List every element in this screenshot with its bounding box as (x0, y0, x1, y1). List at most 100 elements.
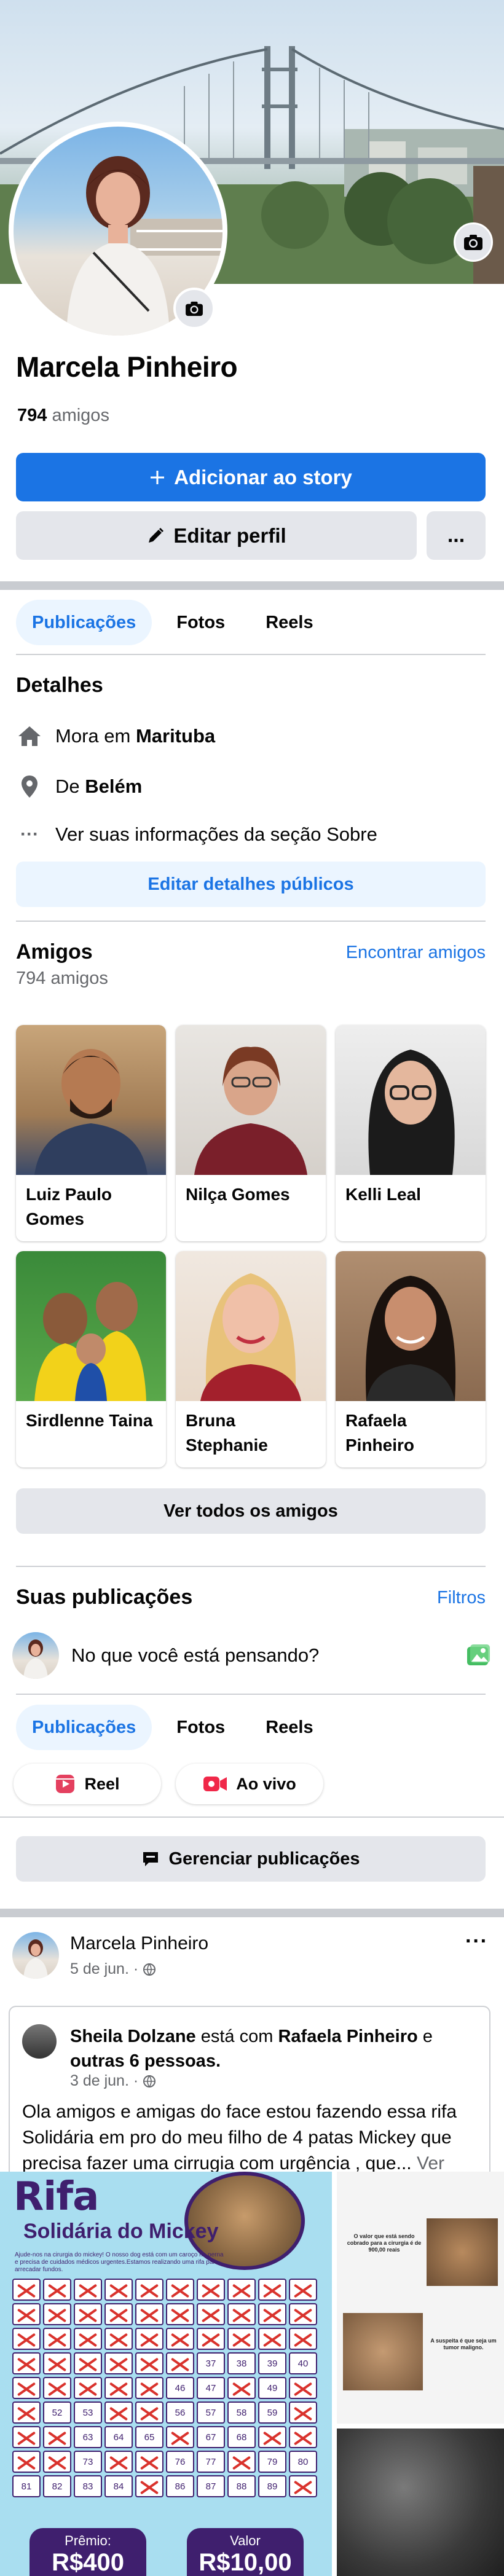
rifa-number-cell (12, 2303, 41, 2325)
friend-card[interactable]: Luiz Paulo Gomes (16, 1025, 166, 1241)
rifa-number-cell: 76 (166, 2451, 194, 2473)
rifa-number-cell: 52 (43, 2401, 71, 2424)
post-more-button[interactable]: ··· (465, 1930, 488, 1954)
rifa-number-cell (258, 2303, 286, 2325)
post-composer[interactable]: No que você está pensando? (12, 1630, 492, 1681)
shared-author[interactable]: Sheila Dolzane (70, 2027, 196, 2046)
rifa-number-cell (227, 2279, 256, 2301)
edit-profile-button[interactable]: Editar perfil (16, 511, 417, 560)
rifa-number-cell (166, 2426, 194, 2448)
rifa-number-cell (104, 2328, 133, 2350)
tab-reels[interactable]: Reels (250, 600, 329, 645)
your-posts-title: Suas publicações (16, 1585, 193, 1609)
find-friends-link[interactable]: Encontrar amigos (346, 943, 486, 963)
details-title: Detalhes (16, 673, 103, 697)
rifa-number-cell (74, 2328, 102, 2350)
friend-card[interactable]: Sirdlenne Taina (16, 1251, 166, 1467)
rifa-number-cell (43, 2451, 71, 2473)
avatar (12, 1632, 59, 1679)
shared-text-body: Ola amigos e amigas do face estou fazend… (22, 2102, 457, 2174)
rifa-number-cell (166, 2352, 194, 2374)
plus-icon (149, 469, 165, 485)
rifa-number-cell: 40 (289, 2352, 317, 2374)
friends-count: 794 (17, 406, 47, 425)
rifa-number-cell (104, 2451, 133, 2473)
friend-card[interactable]: Nilça Gomes (176, 1025, 326, 1241)
friend-photo (336, 1025, 486, 1175)
prize-value: R$400 (52, 2549, 124, 2576)
add-to-story-button[interactable]: Adicionar ao story (16, 453, 486, 501)
rifa-number-cell (227, 2328, 256, 2350)
rifa-number-cell: 64 (104, 2426, 133, 2448)
rifa-number-cell: 87 (197, 2475, 225, 2497)
rifa-number-cell (43, 2279, 71, 2301)
post-author[interactable]: Marcela Pinheiro (70, 1933, 208, 1954)
edit-profile-label: Editar perfil (173, 524, 286, 547)
more-options-button[interactable]: ... (427, 511, 486, 560)
tab-reels[interactable]: Reels (250, 1705, 329, 1750)
rifa-number-cell: 49 (258, 2377, 286, 2399)
change-cover-camera-icon[interactable] (454, 222, 493, 262)
shared-post[interactable]: Sheila Dolzane está com Rafaela Pinheiro… (9, 2006, 490, 2199)
rifa-number-cell: 39 (258, 2352, 286, 2374)
rifa-number-cell (12, 2352, 41, 2374)
tab-fotos[interactable]: Fotos (160, 600, 241, 645)
globe-icon (143, 2075, 156, 2088)
friend-card[interactable]: Bruna Stephanie (176, 1251, 326, 1467)
tab-publicacoes[interactable]: Publicações (16, 1705, 152, 1750)
filters-link[interactable]: Filtros (437, 1588, 486, 1608)
friends-title: Amigos (16, 940, 93, 964)
rifa-number-cell (43, 2352, 71, 2374)
see-all-friends-button[interactable]: Ver todos os amigos (16, 1488, 486, 1534)
rifa-number-cell (289, 2328, 317, 2350)
side-text-2: A suspeita é que seja um tumor maligno. (430, 2338, 497, 2350)
friend-card[interactable]: Kelli Leal (336, 1025, 486, 1241)
home-icon (16, 725, 43, 747)
live-button[interactable]: Ao vivo (176, 1764, 323, 1804)
avatar[interactable] (22, 2024, 57, 2059)
manage-posts-button[interactable]: Gerenciar publicações (16, 1836, 486, 1882)
rifa-number-cell: 47 (197, 2377, 225, 2399)
divider (16, 921, 486, 922)
rifa-subtitle: Solidária do Mickey (23, 2220, 219, 2243)
rifa-number-cell: 80 (289, 2451, 317, 2473)
friend-card[interactable]: Rafaela Pinheiro (336, 1251, 486, 1467)
rifa-number-cell: 56 (166, 2401, 194, 2424)
post-image-side[interactable]: O valor que está sendo cobrado para a ci… (337, 2172, 504, 2424)
rifa-number-cell (197, 2328, 225, 2350)
avatar[interactable] (12, 1932, 59, 1979)
reel-label: Reel (84, 1774, 120, 1793)
rifa-number-cell (135, 2401, 163, 2424)
friends-word: amigos (52, 406, 109, 425)
lives-city: Marituba (135, 725, 216, 747)
posts-tabs: Publicações Fotos Reels (16, 1705, 329, 1750)
friend-photo (336, 1251, 486, 1401)
prize-badge: Prêmio: R$400 (30, 2528, 146, 2576)
location-pin-icon (16, 774, 43, 799)
rifa-number-cell (289, 2475, 317, 2497)
detail-about-link[interactable]: ··· Ver suas informações da seção Sobre (16, 823, 377, 846)
friend-name: Luiz Paulo Gomes (26, 1185, 112, 1228)
shared-others[interactable]: outras 6 pessoas. (70, 2051, 221, 2071)
change-avatar-camera-icon[interactable] (173, 288, 215, 329)
friend-name: Sirdlenne Taina (26, 1411, 153, 1430)
rifa-number-cell: 59 (258, 2401, 286, 2424)
rifa-number-cell (74, 2352, 102, 2374)
live-video-icon (203, 1775, 227, 1793)
rifa-number-cell (258, 2328, 286, 2350)
rifa-number-grid: 37 38 39 40 46 47 49 52 53 56 57 58 59 63 64 65 67 68 73 76… (12, 2279, 317, 2497)
reel-button[interactable]: Reel (14, 1764, 161, 1804)
post-image-side[interactable] (337, 2429, 504, 2576)
photo-icon[interactable] (465, 1642, 492, 1669)
shared-post-header: Sheila Dolzane está com Rafaela Pinheiro… (70, 2024, 476, 2073)
tab-fotos[interactable]: Fotos (160, 1705, 241, 1750)
rifa-number-cell: 65 (135, 2426, 163, 2448)
rifa-number-cell: 73 (74, 2451, 102, 2473)
rifa-number-cell (12, 2328, 41, 2350)
friends-count-line[interactable]: 794 amigos (17, 406, 109, 426)
friend-photo (176, 1251, 326, 1401)
shared-tagged[interactable]: Rafaela Pinheiro (278, 2027, 417, 2046)
rifa-image[interactable]: Rifa Solidária do Mickey Ajude-nos na ci… (0, 2172, 332, 2576)
tab-publicacoes[interactable]: Publicações (16, 600, 152, 645)
edit-public-details-button[interactable]: Editar detalhes públicos (16, 862, 486, 907)
